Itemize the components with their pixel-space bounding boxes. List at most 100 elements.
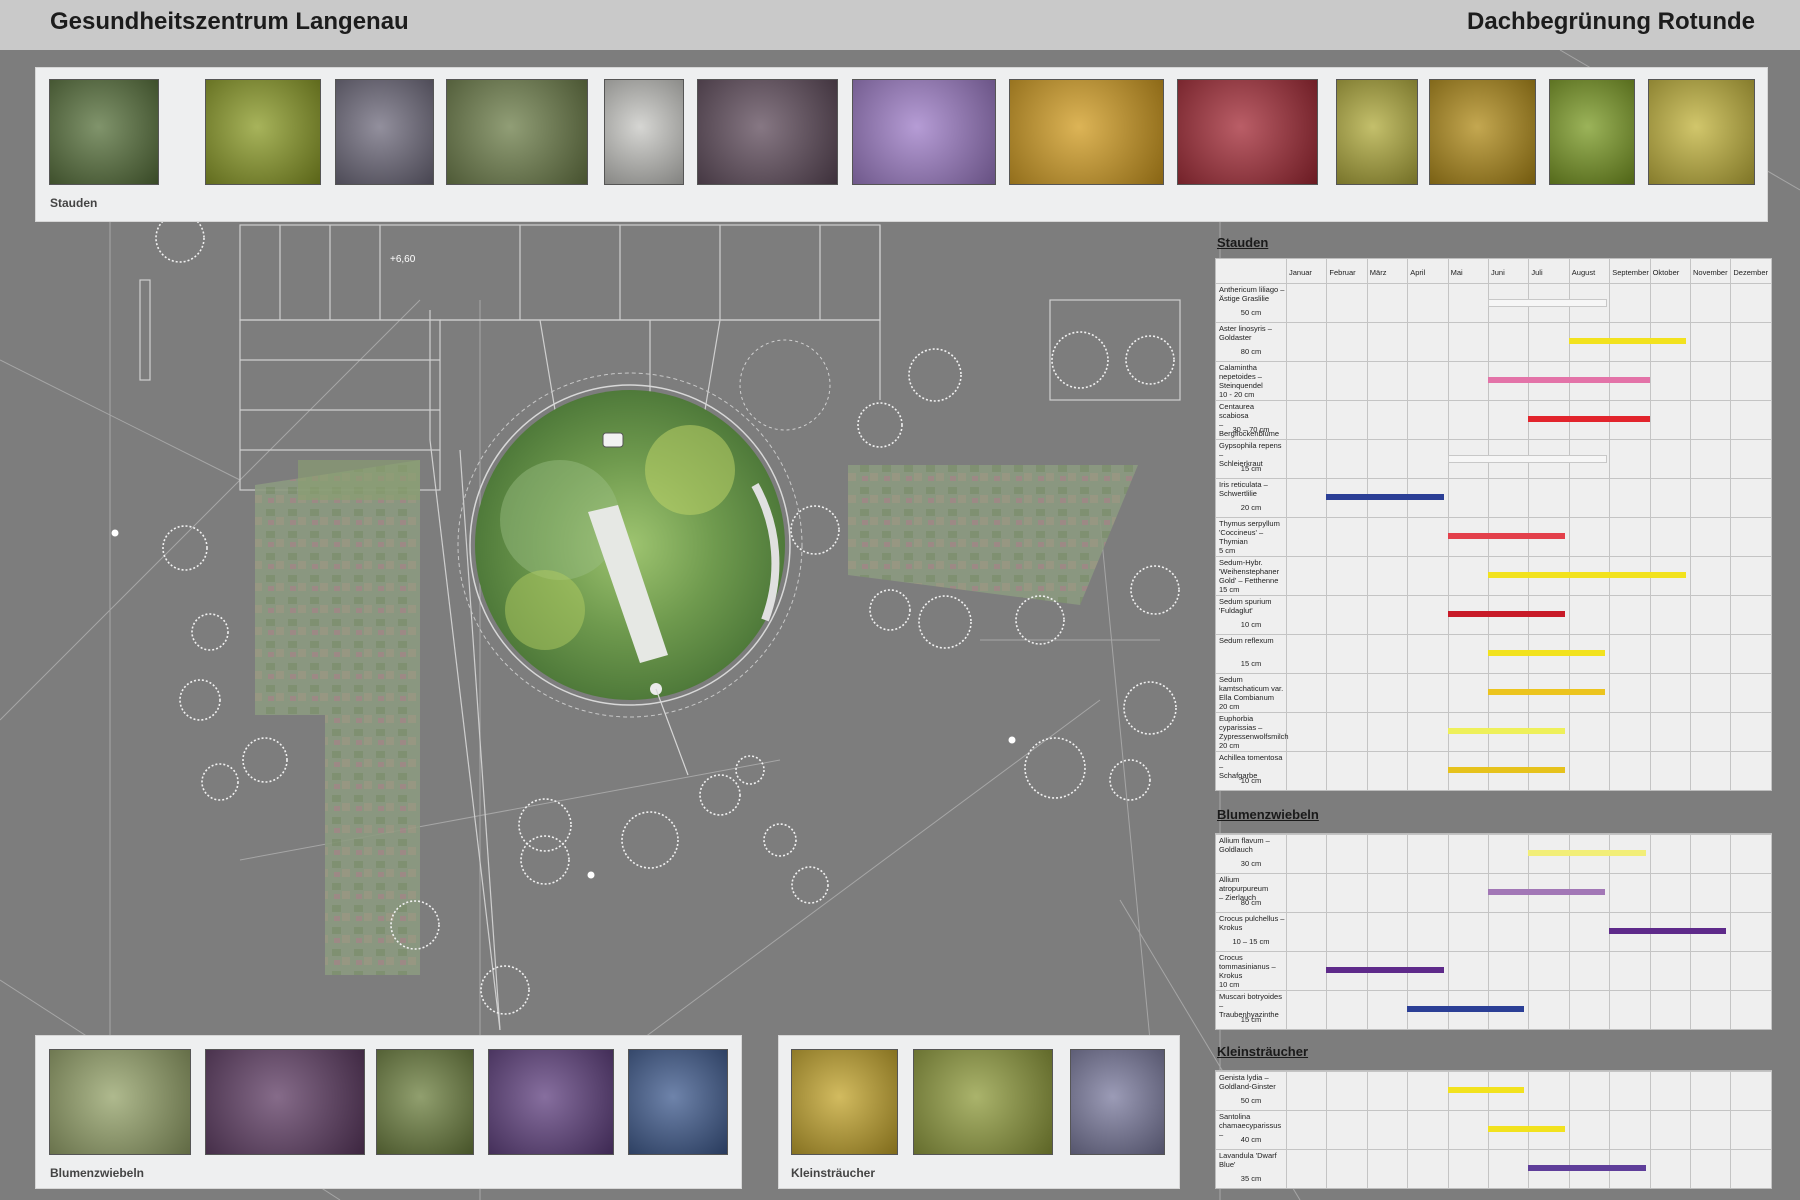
plant-height: 30 cm [1240, 859, 1262, 868]
plant-height: 40 cm [1240, 1135, 1262, 1144]
bloom-period-bar [1488, 889, 1606, 895]
plant-height: 15 cm [1240, 1015, 1262, 1024]
section-title: Kleinsträucher [1217, 1044, 1309, 1059]
bloom-period-bar [1447, 1087, 1525, 1093]
yellow-allium-photo [49, 1049, 191, 1155]
blue-muscari-photo [628, 1049, 728, 1155]
bloom-period-bar [1488, 689, 1606, 695]
bloom-period-bar [1488, 650, 1606, 656]
lavender-photo [1070, 1049, 1165, 1155]
yellow-santolina-photo [1336, 79, 1418, 185]
yellow-sedum-photo [1009, 79, 1164, 185]
bloom-period-bar [1407, 1006, 1525, 1012]
bloom-period-bar [1447, 533, 1565, 539]
month-header: Februar [1329, 268, 1356, 277]
bloom-period-bar [1447, 728, 1565, 734]
pale-crocus-photo [376, 1049, 474, 1155]
plant-name: Allium flavum – Goldlauch [1219, 836, 1270, 854]
stauden-gallery: Stauden [35, 67, 1768, 222]
month-header: Oktober [1652, 268, 1680, 277]
white-lily-flower-photo [49, 79, 159, 185]
purple-iris-photo [697, 79, 838, 185]
bloom-table: Genista lydia – Goldland-Ginster 50 cm San… [1215, 1070, 1772, 1189]
section-title: Blumenzwiebeln [1217, 807, 1319, 822]
purple-knapweed-photo [446, 79, 588, 185]
plant-height: 35 cm [1240, 1174, 1262, 1183]
plant-name: Crocus pulchellus – Krokus [1219, 914, 1285, 932]
bloom-period-bar [1447, 611, 1565, 617]
plant-name: Thymus serpyllum 'Coccineus' – Thymian 5… [1219, 519, 1280, 555]
green-euphorbia-photo [1549, 79, 1635, 185]
plant-height: 15 cm [1240, 464, 1262, 473]
red-sedum-photo [1177, 79, 1318, 185]
project-title: Gesundheitszentrum Langenau [50, 8, 409, 35]
month-header: Juni [1491, 268, 1505, 277]
month-header: August [1571, 268, 1596, 277]
blumenzwiebeln-gallery: Blumenzwiebeln [35, 1035, 742, 1189]
blumenzwiebeln-gallery-label: Blumenzwiebeln [50, 1166, 145, 1180]
plant-name: Sedum spurium 'Fuldaglut' [1219, 597, 1272, 615]
plant-name: Sedum reflexum [1219, 636, 1274, 645]
bloom-period-bar [1528, 1165, 1646, 1171]
month-header: März [1369, 268, 1387, 277]
bloom-period-bar [1568, 338, 1686, 344]
plant-height: 50 cm [1240, 308, 1262, 317]
kleinstraeucher-gallery: Kleinsträucher [778, 1035, 1180, 1189]
plant-name: Iris reticulata – Schwertlilie [1219, 480, 1268, 498]
bloom-period-bar [1488, 377, 1650, 383]
plant-height: 10 cm [1240, 620, 1262, 629]
header-bar: Gesundheitszentrum Langenau Dachbegrünun… [0, 0, 1800, 50]
pink-thyme-photo [852, 79, 996, 185]
yellow-genista-photo [791, 1049, 898, 1155]
month-header: Juli [1531, 268, 1543, 277]
month-header: April [1410, 268, 1426, 277]
white-gypsophila-photo [604, 79, 684, 185]
bloom-period-bar [1609, 928, 1727, 934]
bloom-period-bar [1528, 416, 1650, 422]
violet-crocus-photo [488, 1049, 614, 1155]
rotunda-roof [457, 339, 831, 776]
month-header: September [1612, 268, 1649, 277]
stauden-gallery-label: Stauden [50, 196, 98, 210]
bloom-table: Januar Februar März April Mai Juni Juli August S… [1215, 258, 1772, 791]
plant-height: 50 cm [1240, 1096, 1262, 1105]
height-mark: +6,60 [390, 254, 416, 265]
plant-name: Aster linosyris – Goldaster [1219, 324, 1272, 342]
plant-height: 30 – 70 cm [1232, 425, 1270, 434]
yellow-achillea-photo [1648, 79, 1755, 185]
yellow-sedum-carpet-photo [1429, 79, 1536, 185]
month-header: Mai [1450, 268, 1463, 277]
section-title: Stauden [1217, 235, 1269, 250]
plant-height: 80 cm [1240, 898, 1262, 907]
plant-name: Euphorbia cyparissias – Zypressenwolfsmi… [1219, 714, 1289, 750]
plant-height: 15 cm [1240, 659, 1262, 668]
bloom-period-bar [1447, 767, 1565, 773]
bloom-table: Allium flavum – Goldlauch 30 cm Allium atr… [1215, 833, 1772, 1030]
month-header: Dezember [1733, 268, 1768, 277]
kleinstraeucher-gallery-label: Kleinsträucher [791, 1166, 876, 1180]
bloom-period-bar [1326, 494, 1444, 500]
bloom-period-bar [1528, 850, 1646, 856]
bloom-period-bar [1447, 455, 1608, 463]
bloom-period-bar [1488, 572, 1686, 578]
plant-name: Crocus tommasinianus – Krokus 10 cm [1219, 953, 1276, 989]
month-header: November [1693, 268, 1728, 277]
plant-height: 20 cm [1240, 503, 1262, 512]
plant-name: Sedum-Hybr. 'Weihenstephaner Gold' – Fet… [1219, 558, 1280, 594]
plant-name: Sedum kamtschaticum var. Ella Combianum … [1219, 675, 1284, 711]
bloom-period-bar [1488, 1126, 1565, 1132]
plant-name: Calamintha nepetoides – Steinquendel 10 … [1219, 363, 1263, 399]
plant-name: Anthericum liliago – Ästige Graslilie [1219, 285, 1285, 303]
plant-height: 10 – 15 cm [1232, 937, 1270, 946]
lilac-calamint-photo [335, 79, 434, 185]
yellow-aster-flowers-photo [205, 79, 321, 185]
santolina-green-photo [913, 1049, 1053, 1155]
bloom-period-bar [1326, 967, 1444, 973]
plant-name: Genista lydia – Goldland-Ginster [1219, 1073, 1276, 1091]
month-header: Januar [1289, 268, 1312, 277]
plant-name: Lavandula 'Dwarf Blue' [1219, 1151, 1277, 1169]
plant-height: 80 cm [1240, 347, 1262, 356]
purple-allium-photo [205, 1049, 365, 1155]
bloom-period-bar [1488, 299, 1608, 307]
sheet-title: Dachbegrünung Rotunde [1467, 8, 1755, 35]
